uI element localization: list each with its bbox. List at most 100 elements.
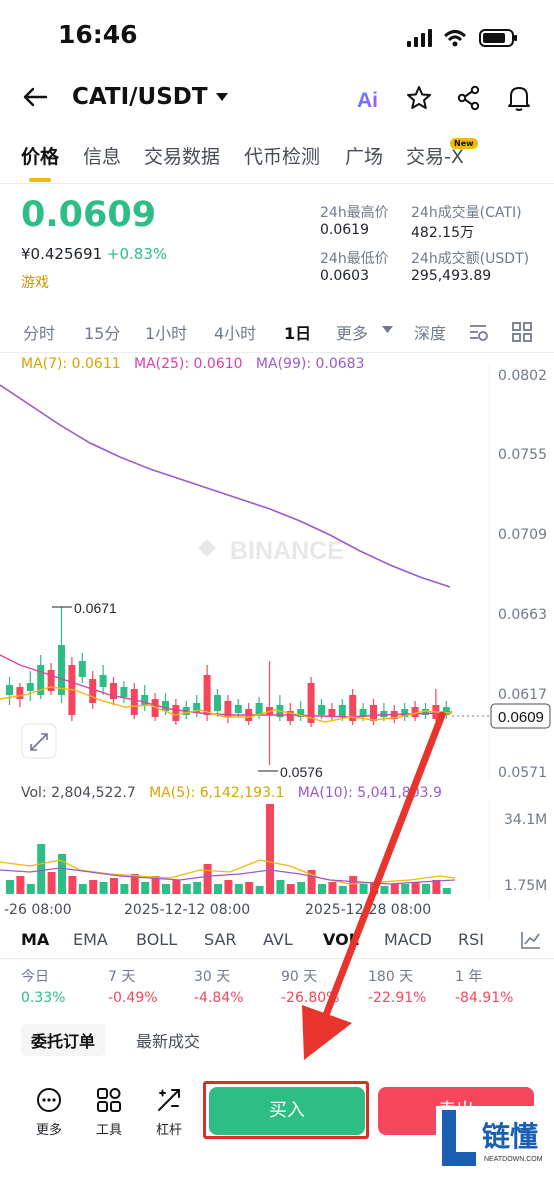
order-tabs: 委托订单 最新成交 [0, 1024, 554, 1056]
amount-value: 295,493.89 [411, 268, 492, 284]
back-arrow-icon[interactable] [22, 86, 48, 108]
interval-line[interactable]: 分时 [23, 320, 55, 344]
share-icon[interactable] [456, 85, 482, 111]
watermark-logo: 链懂 NEATDOWN.COM [442, 1110, 543, 1166]
low-value: 0.0603 [320, 268, 369, 284]
volume-chart[interactable] [0, 800, 554, 900]
tab-trading-data[interactable]: 交易数据 [144, 142, 220, 169]
candlestick-chart[interactable]: BINANCE 0.0671 0.0576 0.0609 [0, 365, 554, 780]
status-bar: 16:46 [0, 0, 554, 70]
interval-more[interactable]: 更多 [336, 320, 368, 344]
watermark-text: BINANCE [230, 537, 344, 565]
interval-1d[interactable]: 1日 [284, 320, 311, 344]
interval-15m[interactable]: 15分 [84, 320, 120, 344]
candle-body [120, 687, 128, 697]
price-change: +0.83% [106, 245, 168, 263]
performance-row: 今日 0.33% 7 天 -0.49% 30 天 -4.84% 90 天 -26… [0, 966, 554, 1012]
last-price: 0.0609 [21, 195, 157, 235]
status-time: 16:46 [58, 20, 138, 49]
volume-bar [276, 880, 285, 894]
indicator-avl[interactable]: AVL [263, 930, 293, 949]
bell-icon[interactable] [506, 84, 532, 112]
vol-ma5-label: MA(5): 6,142,193.1 [149, 785, 285, 801]
caret-down-icon[interactable] [215, 92, 229, 102]
expand-icon[interactable] [21, 723, 57, 759]
date-tick: -26 08:00 [4, 902, 72, 918]
ai-icon[interactable]: Ai [356, 85, 384, 111]
vol-value-label: Vol: 2,804,522.7 [21, 785, 136, 801]
candle-body [78, 661, 86, 677]
watermark: BINANCE [198, 537, 344, 565]
star-icon[interactable] [406, 85, 432, 111]
active-tab-indicator [29, 178, 51, 182]
candle-body [203, 675, 211, 715]
candle-body [26, 683, 34, 691]
candle-body [6, 685, 13, 695]
perf-label: 30 天 [194, 969, 231, 985]
buy-button[interactable]: 买入 [209, 1087, 365, 1135]
vol-tick: 34.1M [504, 812, 548, 828]
volume-bar [255, 886, 264, 894]
high-label: 24h最高价 [320, 205, 389, 221]
volume-bar [78, 884, 87, 894]
volume-bar [120, 884, 129, 894]
site-watermark: 链懂 NEATDOWN.COM [436, 1106, 554, 1172]
indicator-chart-icon[interactable] [520, 930, 542, 950]
volume-bar [68, 876, 77, 894]
tool-leverage-label[interactable]: 杠杆 [149, 1119, 189, 1138]
tab-info[interactable]: 信息 [83, 142, 121, 169]
indicator-ema[interactable]: EMA [73, 930, 108, 949]
perf-value: -4.84% [194, 990, 244, 1006]
price-tick: 0.0709 [498, 527, 547, 543]
status-icons [407, 29, 517, 47]
price-tick: 0.0802 [498, 368, 547, 384]
cny-value: ¥0.425691 [21, 245, 103, 263]
perf-label: 7 天 [108, 969, 136, 985]
date-tick: 2025-12-12 08:00 [124, 902, 251, 918]
volume-bar [37, 844, 46, 894]
svg-text:Ai: Ai [357, 89, 378, 111]
tab-bar: 价格 信息 交易数据 代币检测 广场 交易-X New [0, 138, 554, 184]
tool-more-label[interactable]: 更多 [29, 1119, 69, 1138]
svg-text:链懂: 链懂 [482, 1120, 538, 1153]
indicator-settings-icon[interactable] [468, 322, 490, 342]
volume-bar [26, 884, 35, 894]
price-tick: 0.0617 [498, 687, 547, 703]
interval-4h[interactable]: 4小时 [214, 320, 256, 344]
svg-text:0.0609: 0.0609 [498, 709, 544, 726]
more-icon[interactable] [36, 1087, 62, 1113]
indicator-ma[interactable]: MA [21, 930, 49, 949]
volume-bar [47, 872, 56, 894]
volume-bar [266, 804, 274, 894]
amount-label: 24h成交额(USDT) [411, 251, 530, 267]
volume-bar [203, 864, 212, 894]
grid-layout-icon[interactable] [512, 322, 532, 342]
tab-token-check[interactable]: 代币检测 [244, 142, 320, 169]
perf-value: 0.33% [21, 990, 66, 1006]
tab-price[interactable]: 价格 [21, 142, 59, 169]
tab-latest-trades[interactable]: 最新成交 [126, 1024, 210, 1056]
volume-bar [141, 882, 150, 894]
category-tag[interactable]: 游戏 [21, 272, 49, 292]
indicator-sar[interactable]: SAR [204, 930, 237, 949]
indicator-boll[interactable]: BOLL [136, 930, 177, 949]
volume-bar [172, 880, 181, 894]
price-tick: 0.0663 [498, 607, 547, 623]
perf-value: -84.91% [455, 990, 514, 1006]
volume-bar [16, 876, 25, 894]
leverage-icon[interactable] [156, 1087, 182, 1113]
vol-value: 482.15万 [411, 225, 474, 241]
interval-1h[interactable]: 1小时 [145, 320, 187, 344]
tab-square[interactable]: 广场 [345, 142, 383, 169]
low-label: 24h最低价 [320, 251, 389, 267]
interval-depth[interactable]: 深度 [414, 320, 446, 344]
tab-open-orders[interactable]: 委托订单 [21, 1024, 106, 1056]
indicator-rsi[interactable]: RSI [458, 930, 484, 949]
tool-tools-label[interactable]: 工具 [89, 1119, 129, 1138]
divider [0, 352, 554, 353]
candle-body [130, 689, 138, 715]
candle-body [214, 695, 221, 711]
pair-title[interactable]: CATI/USDT [72, 84, 208, 110]
new-badge: New [450, 138, 478, 149]
tools-icon[interactable] [96, 1087, 122, 1113]
